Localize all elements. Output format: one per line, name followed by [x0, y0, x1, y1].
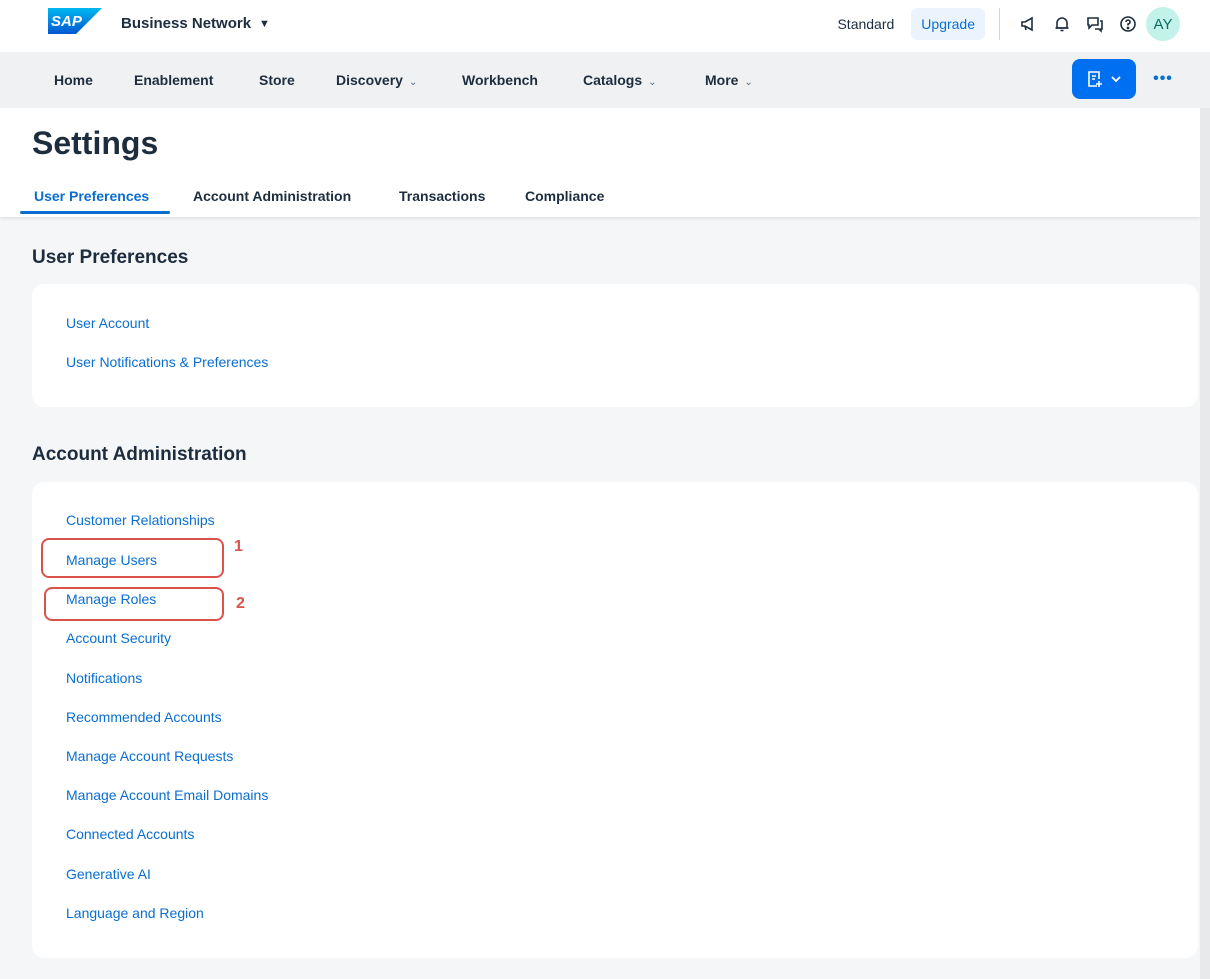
tab-transactions[interactable]: Transactions [399, 188, 485, 204]
messages-icon[interactable] [1079, 8, 1111, 40]
user-avatar[interactable]: AY [1146, 7, 1180, 41]
link-connected-accounts[interactable]: Connected Accounts [66, 826, 194, 842]
chevron-down-icon: ⌄ [648, 77, 657, 88]
nav-item-label: Store [259, 72, 295, 88]
nav-item-label: Discovery [336, 72, 403, 88]
nav-item-more[interactable]: More ⌄ [705, 72, 753, 88]
page-header: Settings User Preferences Account Admini… [0, 108, 1200, 217]
shell-bar: SAP Business Network ▼ Standard Upgrade [0, 0, 1210, 52]
user-preferences-card [32, 284, 1198, 407]
mode-label: Standard [837, 16, 895, 32]
section-title-user-preferences: User Preferences [32, 247, 189, 268]
link-manage-account-email-domains[interactable]: Manage Account Email Domains [66, 787, 268, 803]
nav-item-workbench[interactable]: Workbench [462, 72, 538, 88]
main-navigation: Home Enablement Store Discovery ⌄ Workben… [0, 52, 1210, 108]
link-account-security[interactable]: Account Security [66, 630, 171, 646]
page-title: Settings [32, 125, 159, 161]
nav-item-home[interactable]: Home [54, 72, 93, 88]
overflow-menu-button[interactable]: ••• [1148, 62, 1178, 96]
chevron-down-icon [1111, 76, 1121, 83]
create-document-icon [1088, 71, 1102, 87]
chevron-down-icon: ⌄ [744, 77, 753, 88]
upgrade-button[interactable]: Upgrade [911, 8, 985, 40]
create-document-button[interactable] [1072, 59, 1136, 99]
nav-item-store[interactable]: Store [259, 72, 295, 88]
link-manage-account-requests[interactable]: Manage Account Requests [66, 748, 233, 764]
notification-bell-icon[interactable] [1046, 8, 1078, 40]
highlight-box-manage-users [41, 538, 224, 578]
help-icon[interactable] [1112, 8, 1144, 40]
nav-item-catalogs[interactable]: Catalogs ⌄ [583, 72, 657, 88]
active-tab-indicator [20, 211, 170, 214]
sap-logo[interactable]: SAP [48, 8, 102, 34]
nav-item-discovery[interactable]: Discovery ⌄ [336, 72, 417, 88]
divider [999, 8, 1000, 40]
product-switcher[interactable]: Business Network ▼ [121, 15, 270, 32]
link-generative-ai[interactable]: Generative AI [66, 866, 151, 882]
highlight-box-manage-roles [44, 587, 224, 621]
nav-item-label: Catalogs [583, 72, 643, 88]
link-language-and-region[interactable]: Language and Region [66, 905, 204, 921]
annotation-marker-2: 2 [236, 595, 245, 612]
product-name: Business Network [121, 15, 252, 32]
link-recommended-accounts[interactable]: Recommended Accounts [66, 709, 222, 725]
scrollbar-track[interactable] [1200, 108, 1210, 979]
annotation-marker-1: 1 [234, 538, 243, 555]
nav-item-label: Workbench [462, 72, 538, 88]
tab-user-preferences[interactable]: User Preferences [34, 188, 149, 204]
link-user-notifications-preferences[interactable]: User Notifications & Preferences [66, 354, 268, 370]
nav-item-label: Enablement [134, 72, 214, 88]
tab-account-administration[interactable]: Account Administration [193, 188, 351, 204]
chevron-down-icon: ⌄ [408, 77, 418, 88]
nav-item-label: More [705, 72, 739, 88]
sap-logo-text: SAP [51, 13, 83, 30]
shell-actions: Standard Upgrade AY [837, 0, 1180, 48]
link-user-account[interactable]: User Account [66, 315, 149, 331]
tab-compliance[interactable]: Compliance [525, 188, 604, 204]
section-title-account-administration: Account Administration [32, 444, 247, 465]
link-notifications[interactable]: Notifications [66, 670, 142, 686]
nav-item-label: Home [54, 72, 93, 88]
link-customer-relationships[interactable]: Customer Relationships [66, 512, 215, 528]
caret-down-icon: ▼ [259, 17, 270, 30]
announcement-icon[interactable] [1013, 8, 1045, 40]
nav-item-enablement[interactable]: Enablement [134, 72, 213, 88]
